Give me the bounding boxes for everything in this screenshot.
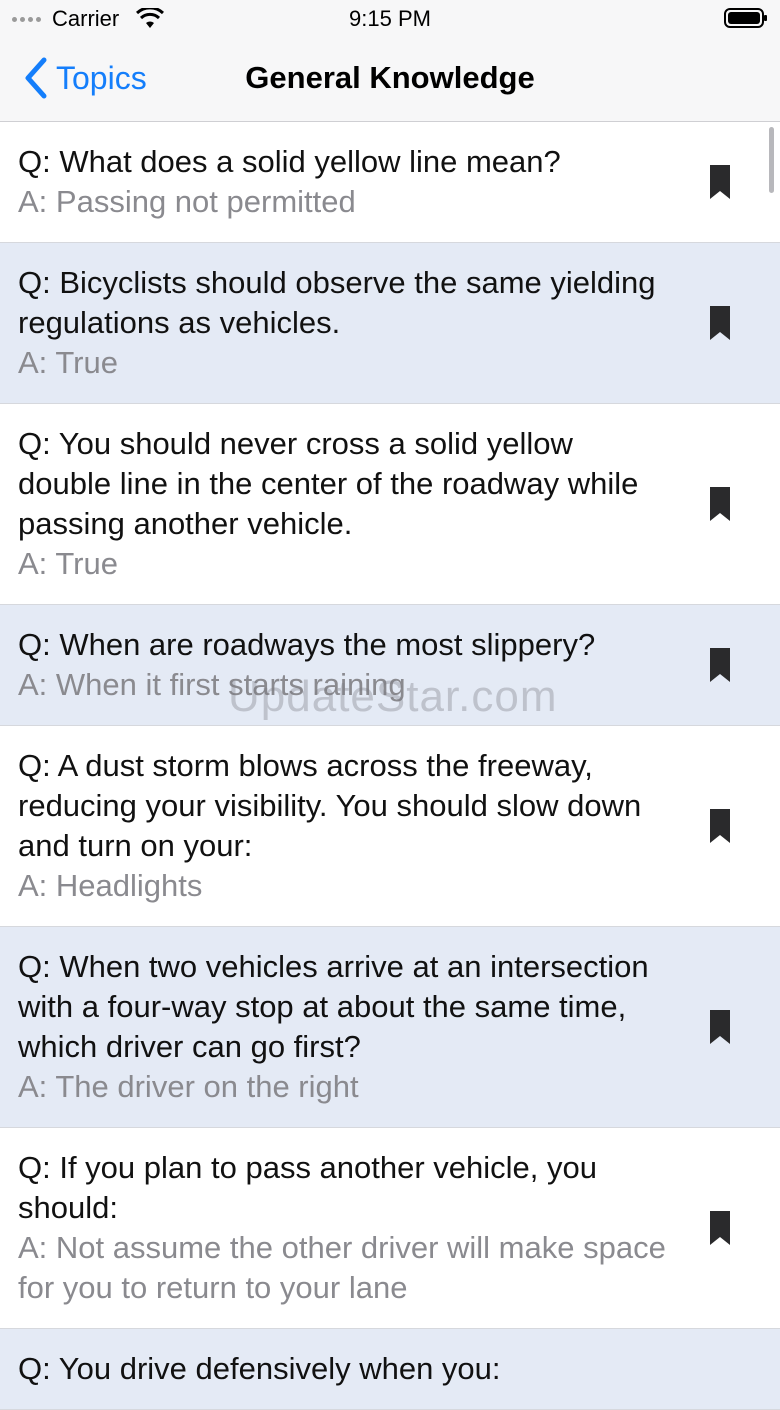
bookmark-icon[interactable] [710,648,730,682]
question-text: Q: Bicyclists should observe the same yi… [18,265,656,340]
status-bar: Carrier 9:15 PM [0,0,780,38]
question-text: Q: What does a solid yellow line mean? [18,144,561,179]
scrollbar[interactable] [769,127,774,193]
question-text: Q: When are roadways the most slippery? [18,627,596,662]
list-item[interactable]: Q: You should never cross a solid yellow… [0,404,780,605]
answer-text: A: Headlights [18,868,203,903]
question-text: Q: You should never cross a solid yellow… [18,426,639,541]
question-text: Q: When two vehicles arrive at an inters… [18,949,649,1064]
question-text: Q: A dust storm blows across the freeway… [18,748,642,863]
battery-icon [724,8,767,28]
bookmark-icon[interactable] [710,1010,730,1044]
navigation-bar: Topics General Knowledge [0,38,780,122]
bookmark-icon[interactable] [710,165,730,199]
list-item[interactable]: Q: What does a solid yellow line mean? A… [0,122,780,243]
list-item[interactable]: Q: You drive defensively when you: [0,1329,780,1410]
bookmark-icon[interactable] [710,306,730,340]
question-text: Q: You drive defensively when you: [18,1351,501,1386]
list-item[interactable]: Q: When are roadways the most slippery? … [0,605,780,726]
answer-text: A: The driver on the right [18,1069,359,1104]
page-title: General Knowledge [245,60,535,95]
answer-text: A: Not assume the other driver will make… [18,1230,666,1305]
bookmark-icon[interactable] [710,1211,730,1245]
list-item[interactable]: Q: If you plan to pass another vehicle, … [0,1128,780,1329]
bookmark-icon[interactable] [710,809,730,843]
bookmark-icon[interactable] [710,487,730,521]
status-time: 9:15 PM [349,6,431,31]
answer-text: A: True [18,345,118,380]
question-list[interactable]: Q: What does a solid yellow line mean? A… [0,122,780,1410]
list-item[interactable]: Q: When two vehicles arrive at an inters… [0,927,780,1128]
answer-text: A: When it first starts raining [18,667,406,702]
question-text: Q: If you plan to pass another vehicle, … [18,1150,598,1225]
answer-text: A: Passing not permitted [18,184,356,219]
list-item[interactable]: Q: A dust storm blows across the freeway… [0,726,780,927]
answer-text: A: True [18,546,118,581]
list-item[interactable]: Q: Bicyclists should observe the same yi… [0,243,780,404]
